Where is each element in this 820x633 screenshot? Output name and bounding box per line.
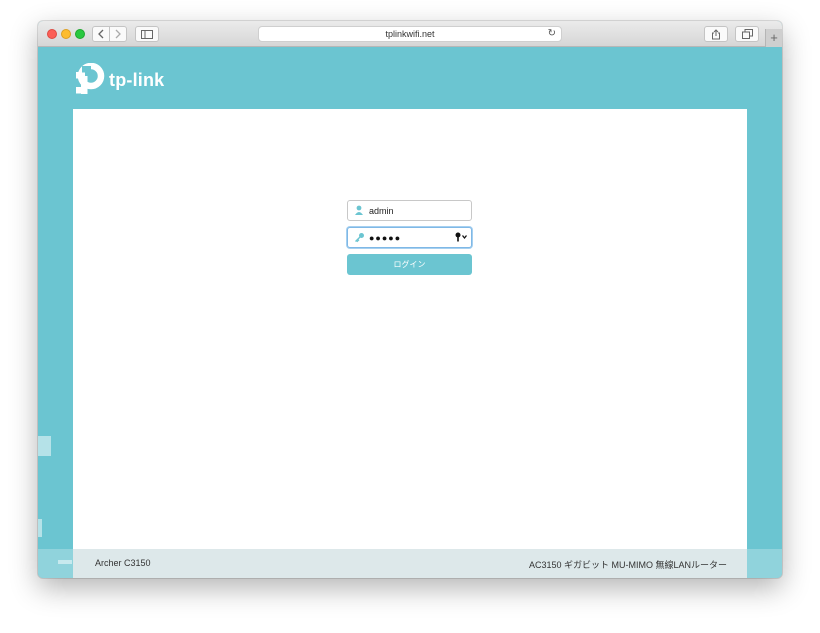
share-button[interactable]: [704, 26, 728, 42]
chevron-left-icon: [98, 29, 104, 39]
address-bar[interactable]: tplinkwifi.net ↻: [258, 26, 562, 42]
login-button[interactable]: ログイン: [347, 254, 472, 275]
back-button[interactable]: [92, 26, 110, 42]
password-input[interactable]: ●●●●●: [369, 233, 401, 243]
reload-icon[interactable]: ↻: [548, 28, 556, 40]
footer-panel: Archer C3150 AC3150 ギガビット MU-MIMO 無線LANル…: [73, 549, 747, 578]
chevron-right-icon: [115, 29, 121, 39]
decorative-block: [38, 436, 51, 456]
login-card: admin ●●●●● ログイン: [73, 109, 747, 550]
url-text: tplinkwifi.net: [385, 29, 435, 39]
tp-link-logo[interactable]: tp-link: [72, 63, 164, 97]
browser-window: tplinkwifi.net ↻ + tp-link admin ●●●●● ロ…: [38, 21, 782, 578]
username-input[interactable]: admin: [369, 206, 394, 216]
close-window-button[interactable]: [47, 29, 57, 39]
product-description: AC3150 ギガビット MU-MIMO 無線LANルーター: [528, 560, 727, 570]
user-icon: [349, 205, 369, 216]
show-tabs-button[interactable]: [735, 26, 759, 42]
tp-link-logo-icon: [76, 63, 105, 94]
username-field[interactable]: admin: [347, 200, 472, 221]
tabs-icon: [741, 29, 753, 39]
sidebar-toggle-button[interactable]: [135, 26, 159, 42]
key-icon: [349, 232, 369, 243]
sidebar-icon: [141, 29, 153, 39]
browser-toolbar: tplinkwifi.net ↻ +: [38, 21, 782, 47]
router-page: tp-link admin ●●●●● ログイン Archer C3150 AC…: [38, 47, 782, 578]
minimize-window-button[interactable]: [61, 29, 71, 39]
new-tab-button[interactable]: +: [765, 29, 782, 47]
password-field[interactable]: ●●●●●: [347, 227, 472, 248]
footer-bar: Archer C3150 AC3150 ギガビット MU-MIMO 無線LANル…: [38, 549, 782, 578]
decorative-block: [38, 519, 42, 537]
brand-name: tp-link: [109, 69, 165, 90]
keychain-icon[interactable]: [455, 232, 468, 242]
share-icon: [712, 28, 720, 39]
model-name: Archer C3150: [95, 558, 151, 568]
forward-button[interactable]: [109, 26, 127, 42]
maximize-window-button[interactable]: [75, 29, 85, 39]
